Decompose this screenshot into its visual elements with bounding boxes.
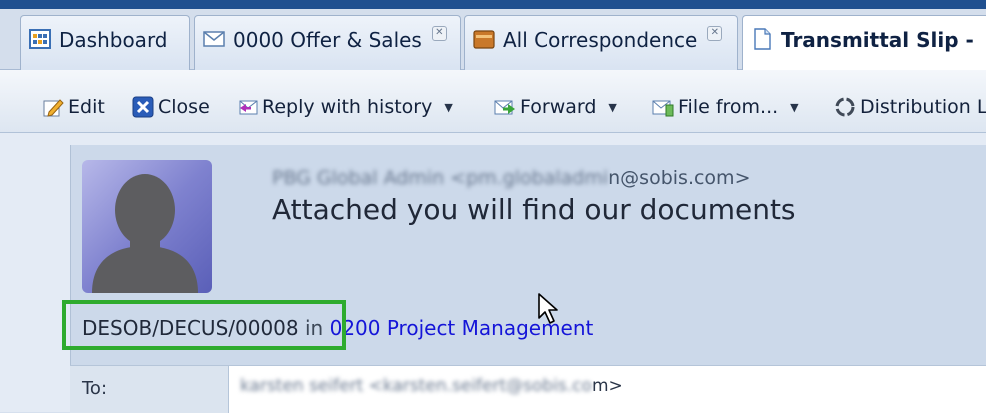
reference-highlight-box: [62, 300, 346, 350]
sender-avatar: [82, 160, 212, 293]
reply-with-history-button[interactable]: Reply with history ▼: [236, 96, 453, 118]
dashboard-icon: [29, 29, 51, 49]
dropdown-arrow-icon[interactable]: ▼: [790, 101, 798, 114]
edit-button[interactable]: Edit: [42, 96, 105, 118]
close-tab-icon[interactable]: ✕: [431, 26, 447, 41]
top-accent-bar: [0, 0, 986, 9]
message-subject: Attached you will find our documents: [272, 193, 796, 226]
distribution-list-button[interactable]: Distribution L: [834, 96, 986, 118]
close-tab-icon[interactable]: ✕: [707, 26, 723, 41]
to-label: To:: [82, 378, 108, 399]
tab-transmittal-slip[interactable]: Transmittal Slip -: [742, 15, 986, 75]
tab-strip: Dashboard 0000 Offer & Sales ✕ All Corre…: [0, 9, 986, 75]
tab-label: All Correspondence: [503, 28, 698, 52]
tab-dashboard[interactable]: Dashboard: [20, 15, 190, 75]
file-from-button[interactable]: File from... ▼: [652, 96, 799, 118]
tab-all-correspondence[interactable]: All Correspondence ✕: [464, 15, 738, 75]
tab-label: Transmittal Slip -: [781, 28, 974, 52]
pencil-edit-icon: [43, 99, 64, 117]
distribution-circle-icon: [835, 97, 855, 117]
forward-envelope-icon: [494, 100, 515, 115]
tab-offer-sales[interactable]: 0000 Offer & Sales ✕: [194, 15, 461, 75]
dropdown-arrow-icon[interactable]: ▼: [444, 101, 452, 114]
tab-label: Dashboard: [59, 28, 168, 52]
close-button[interactable]: Close: [132, 96, 210, 118]
envelope-icon: [203, 31, 225, 47]
forward-button[interactable]: Forward ▼: [494, 96, 617, 118]
sender-address: PBG Global Admin <pm.globaladmin@sobis.c…: [272, 167, 751, 189]
cabinet-icon: [473, 30, 495, 49]
mouse-cursor-icon: [538, 293, 558, 324]
reply-envelope-icon: [239, 100, 258, 115]
message-toolbar: Edit Close Reply with history ▼ Forward …: [0, 70, 986, 133]
dropdown-arrow-icon[interactable]: ▼: [608, 101, 616, 114]
document-icon: [754, 28, 771, 50]
to-recipient: karsten seifert <karsten.seifert@sobis.c…: [240, 376, 623, 396]
close-x-icon: [132, 96, 154, 118]
tab-label: 0000 Offer & Sales: [233, 28, 422, 52]
file-envelope-icon: [652, 100, 674, 117]
